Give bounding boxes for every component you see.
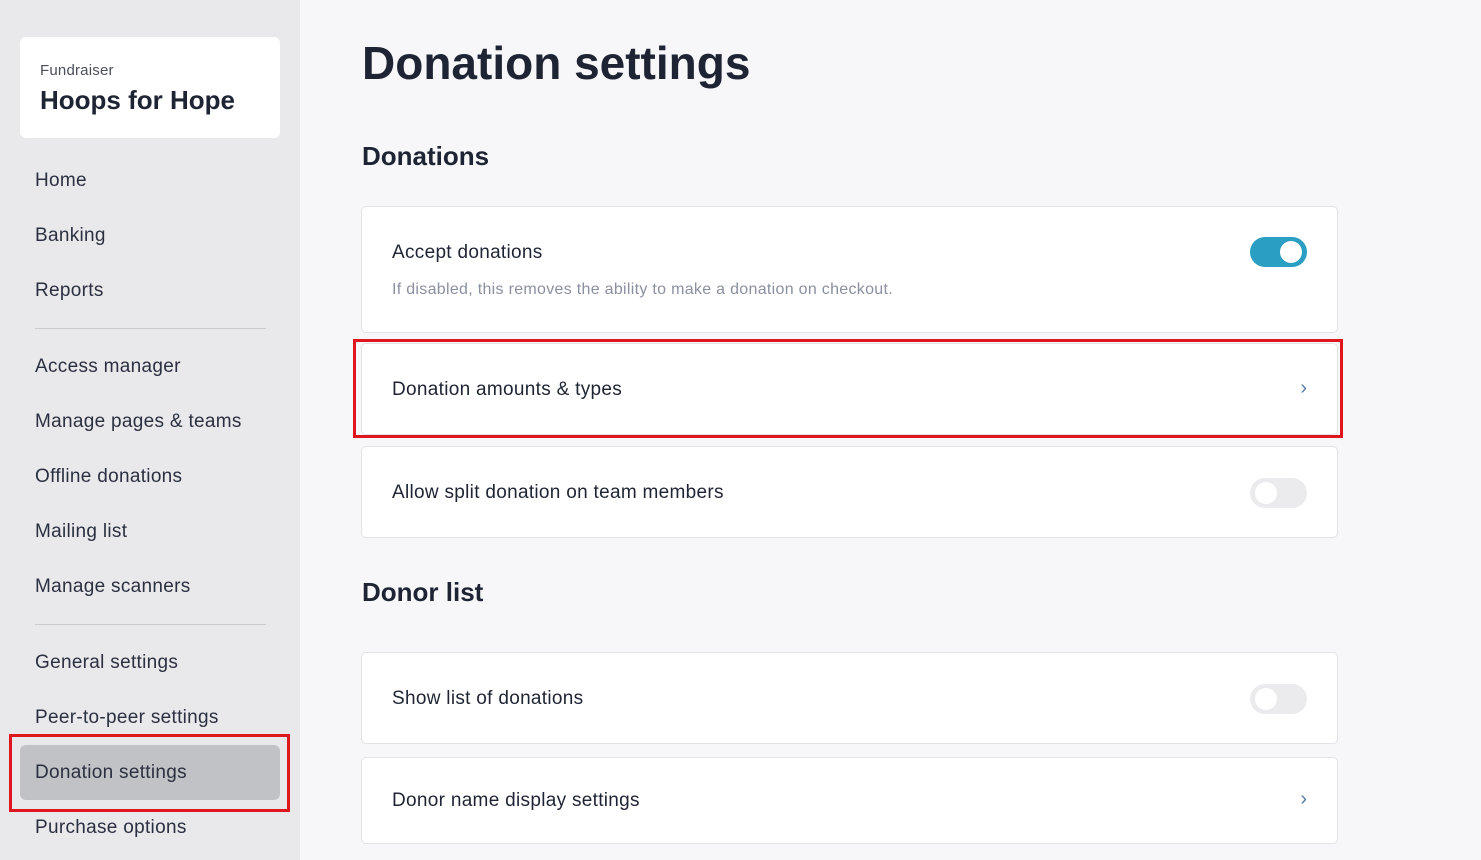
setting-accept-donations: Accept donations If disabled, this remov… [361, 206, 1338, 333]
chevron-right-icon: › [1300, 788, 1307, 810]
setting-label: Accept donations [392, 242, 543, 263]
sidebar-item-offline-donations[interactable]: Offline donations [20, 449, 280, 504]
brand-subtitle: Fundraiser [40, 62, 114, 79]
section-title-donor-list: Donor list [362, 577, 484, 607]
setting-donor-name-display[interactable]: Donor name display settings › [361, 757, 1338, 844]
split-donation-toggle[interactable] [1250, 478, 1307, 508]
sidebar-item-manage-pages-teams[interactable]: Manage pages & teams [20, 394, 280, 449]
setting-split-donation: Allow split donation on team members [361, 446, 1338, 538]
setting-label: Donor name display settings [392, 790, 640, 811]
fundraiser-name: Hoops for Hope [40, 85, 235, 115]
sidebar-item-access-manager[interactable]: Access manager [20, 339, 280, 394]
toggle-knob [1280, 241, 1302, 263]
sidebar-item-manage-scanners[interactable]: Manage scanners [20, 559, 280, 614]
sidebar-item-banking[interactable]: Banking [20, 208, 280, 263]
accept-donations-toggle[interactable] [1250, 237, 1307, 267]
setting-label: Allow split donation on team members [392, 482, 724, 503]
sidebar: Fundraiser Hoops for Hope Home Banking R… [0, 0, 300, 860]
section-title-donations: Donations [362, 141, 490, 171]
sidebar-item-home[interactable]: Home [20, 153, 280, 208]
sidebar-item-mailing-list[interactable]: Mailing list [20, 504, 280, 559]
setting-show-list-of-donations: Show list of donations [361, 652, 1338, 744]
setting-description: If disabled, this removes the ability to… [392, 281, 893, 298]
setting-label: Show list of donations [392, 688, 584, 709]
sidebar-divider [35, 624, 266, 625]
highlight-box-sidebar [9, 734, 290, 812]
show-donations-toggle[interactable] [1250, 684, 1307, 714]
toggle-knob [1255, 482, 1277, 504]
toggle-knob [1255, 688, 1277, 710]
sidebar-item-reports[interactable]: Reports [20, 263, 280, 318]
highlight-box-donation-amounts [353, 339, 1343, 438]
sidebar-divider [35, 328, 266, 329]
fundraiser-card: Fundraiser Hoops for Hope [20, 37, 280, 138]
page-title: Donation settings [362, 37, 751, 89]
sidebar-item-general-settings[interactable]: General settings [20, 635, 280, 690]
